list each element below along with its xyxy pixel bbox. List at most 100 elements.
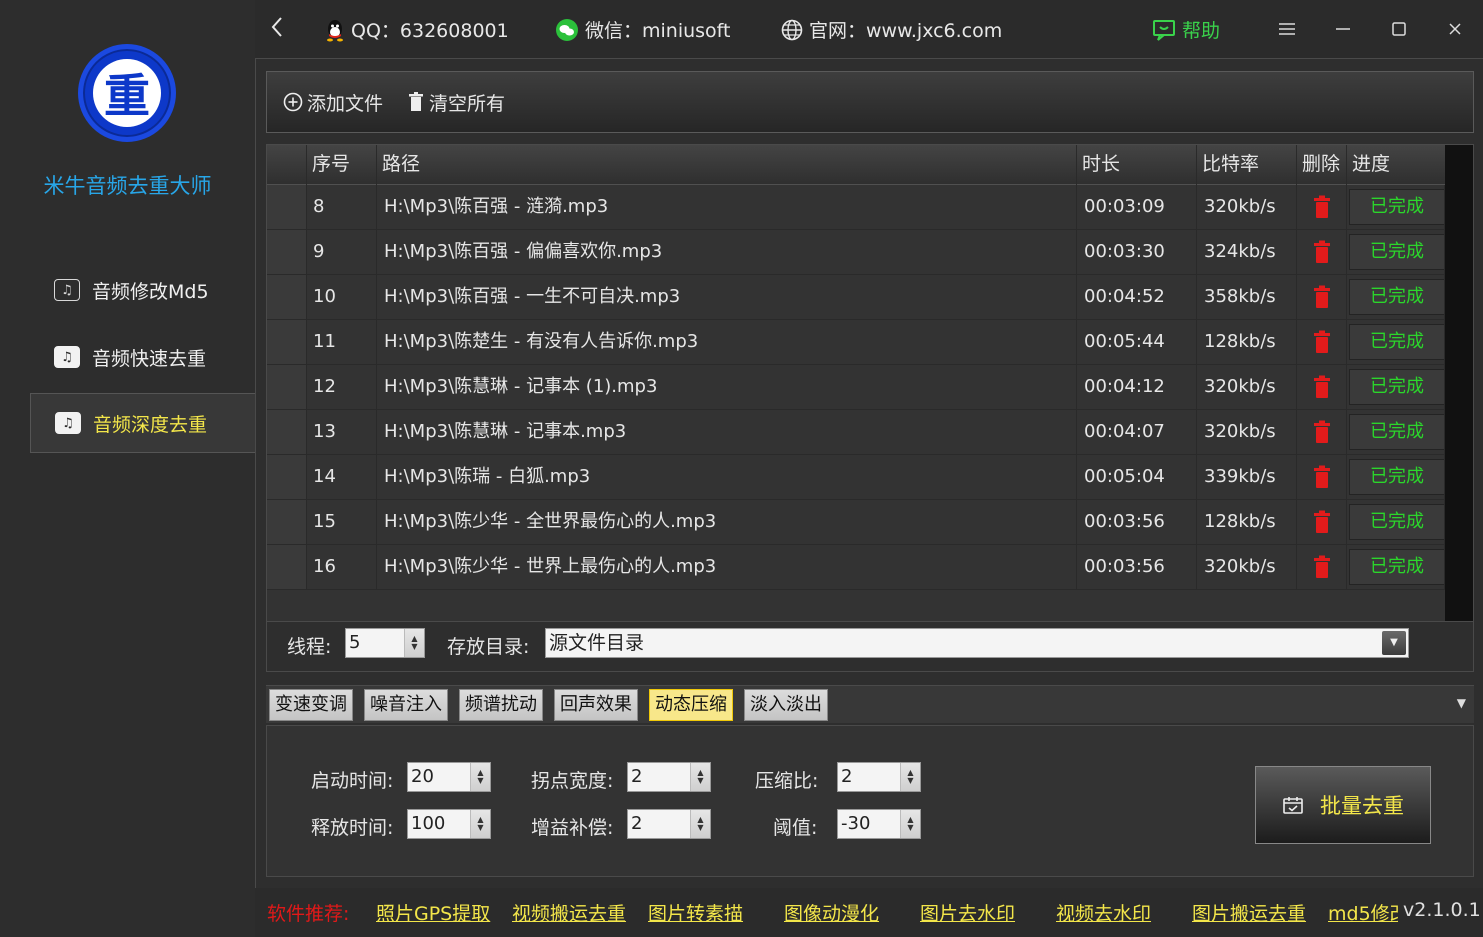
cell-duration: 00:03:30	[1077, 230, 1197, 274]
tab-speed-pitch[interactable]: 变速变调	[269, 689, 353, 721]
table-row[interactable]: 9 H:\Mp3\陈百强 - 偏偏喜欢你.mp3 00:03:30 324kb/s 已完…	[267, 230, 1445, 275]
ratio-label: 压缩比:	[755, 770, 819, 792]
tab-fade[interactable]: 淡入淡出	[744, 689, 828, 721]
cell-progress: 已完成	[1347, 455, 1445, 499]
stepper-arrows-icon[interactable]: ▲ ▼	[900, 763, 920, 791]
back-button[interactable]	[269, 14, 285, 40]
effect-tabs: 变速变调 噪音注入 频谱扰动 回声效果 动态压缩 淡入淡出 ▼	[266, 685, 1474, 723]
sidebar-item-deep-dedupe[interactable]: ♫ 音频深度去重	[30, 393, 255, 453]
knee-stepper[interactable]: 2 ▲ ▼	[627, 762, 711, 792]
threshold-stepper[interactable]: -30 ▲ ▼	[837, 809, 921, 839]
cell-progress: 已完成	[1347, 275, 1445, 319]
output-dir-select[interactable]: 源文件目录 ▼	[545, 628, 1409, 658]
maximize-button[interactable]	[1384, 14, 1414, 44]
stepper-arrows-icon[interactable]: ▲ ▼	[690, 763, 710, 791]
table-row[interactable]: 14 H:\Mp3\陈瑞 - 白狐.mp3 00:05:04 339kb/s 已完成	[267, 455, 1445, 500]
delete-row-button[interactable]	[1297, 500, 1347, 544]
stepper-arrows-icon[interactable]: ▲ ▼	[470, 763, 490, 791]
footer-link-image-watermark[interactable]: 图片去水印	[920, 899, 1015, 926]
tab-echo[interactable]: 回声效果	[554, 689, 638, 721]
row-indicator	[267, 185, 307, 229]
stepper-arrows-icon[interactable]: ▲ ▼	[900, 810, 920, 838]
tab-dynamic-compress[interactable]: 动态压缩	[649, 689, 733, 721]
close-button[interactable]	[1440, 14, 1470, 44]
minimize-button[interactable]	[1328, 14, 1358, 44]
header-seq[interactable]: 序号	[307, 145, 377, 185]
sidebar-item-md5[interactable]: ♫ 音频修改Md5	[30, 260, 255, 320]
cell-seq: 12	[307, 365, 377, 409]
sidebar-item-quick-dedupe[interactable]: ♫ 音频快速去重	[30, 327, 255, 387]
footer-link-video-dedupe[interactable]: 视频搬运去重	[512, 899, 626, 926]
gain-label: 增益补偿:	[531, 817, 614, 839]
footer-link-video-watermark[interactable]: 视频去水印	[1056, 899, 1151, 926]
delete-row-button[interactable]	[1297, 275, 1347, 319]
chevron-down-icon[interactable]: ▼	[1382, 631, 1406, 655]
attack-stepper[interactable]: 20 ▲ ▼	[407, 762, 491, 792]
stepper-arrows-icon[interactable]: ▲ ▼	[690, 810, 710, 838]
gain-stepper[interactable]: 2 ▲ ▼	[627, 809, 711, 839]
cell-path: H:\Mp3\陈少华 - 全世界最伤心的人.mp3	[377, 500, 1077, 544]
table-row[interactable]: 8 H:\Mp3\陈百强 - 涟漪.mp3 00:03:09 320kb/s 已完成	[267, 185, 1445, 230]
footer-link-sketch[interactable]: 图片转素描	[648, 899, 743, 926]
header-duration[interactable]: 时长	[1077, 145, 1197, 185]
delete-row-button[interactable]	[1297, 320, 1347, 364]
output-dir-label: 存放目录:	[447, 636, 530, 658]
file-table: 序号 路径 时长 比特率 删除 进度 8 H:\Mp3\陈百强 - 涟漪.mp3 0…	[266, 144, 1474, 622]
tab-noise-inject[interactable]: 噪音注入	[364, 689, 448, 721]
add-file-label: 添加文件	[307, 92, 384, 115]
cell-path: H:\Mp3\陈百强 - 偏偏喜欢你.mp3	[377, 230, 1077, 274]
sidebar-item-label: 音频深度去重	[93, 413, 208, 436]
sidebar-item-label: 音频修改Md5	[92, 280, 209, 303]
tab-spectrum-perturb[interactable]: 频谱扰动	[459, 689, 543, 721]
footer-title: 软件推荐:	[267, 903, 350, 925]
help-button[interactable]: 帮助	[1152, 16, 1220, 43]
release-value: 100	[411, 813, 446, 834]
file-toolbar: 添加文件 清空所有	[266, 71, 1474, 133]
logo-char: 重	[93, 59, 161, 127]
delete-row-button[interactable]	[1297, 455, 1347, 499]
delete-row-button[interactable]	[1297, 230, 1347, 274]
vertical-scrollbar[interactable]	[1445, 145, 1473, 621]
table-row[interactable]: 10 H:\Mp3\陈百强 - 一生不可自决.mp3 00:04:52 358kb/s…	[267, 275, 1445, 320]
header-progress[interactable]: 进度	[1347, 145, 1445, 185]
threads-stepper[interactable]: 5 ▲ ▼	[345, 628, 425, 658]
stepper-arrows-icon[interactable]: ▲ ▼	[470, 810, 490, 838]
add-file-button[interactable]: 添加文件	[283, 89, 383, 116]
threads-label: 线程:	[287, 636, 332, 658]
table-header: 序号 路径 时长 比特率 删除 进度	[267, 145, 1445, 185]
table-row[interactable]: 13 H:\Mp3\陈慧琳 - 记事本.mp3 00:04:07 320kb/s 已完成	[267, 410, 1445, 455]
cell-duration: 00:04:12	[1077, 365, 1197, 409]
header-path[interactable]: 路径	[377, 145, 1077, 185]
release-stepper[interactable]: 100 ▲ ▼	[407, 809, 491, 839]
menu-button[interactable]	[1272, 14, 1302, 44]
trash-icon	[1313, 240, 1330, 263]
batch-dedupe-button[interactable]: 批量去重	[1255, 766, 1431, 844]
tabs-overflow-icon[interactable]: ▼	[1457, 696, 1466, 710]
footer-link-anime[interactable]: 图像动漫化	[784, 899, 879, 926]
version-label: v2.1.0.1	[1403, 899, 1481, 921]
delete-row-button[interactable]	[1297, 545, 1347, 589]
ratio-stepper[interactable]: 2 ▲ ▼	[837, 762, 921, 792]
delete-row-button[interactable]	[1297, 185, 1347, 229]
cell-seq: 16	[307, 545, 377, 589]
delete-row-button[interactable]	[1297, 410, 1347, 454]
cell-duration: 00:03:56	[1077, 545, 1197, 589]
website-link[interactable]: 官网：www.jxc6.com	[781, 16, 1002, 43]
footer-link-md5[interactable]: md5修改	[1328, 899, 1398, 926]
clear-all-button[interactable]: 清空所有	[407, 89, 505, 116]
row-indicator	[267, 230, 307, 274]
header-bitrate[interactable]: 比特率	[1197, 145, 1297, 185]
header-delete[interactable]: 删除	[1297, 145, 1347, 185]
table-row[interactable]: 15 H:\Mp3\陈少华 - 全世界最伤心的人.mp3 00:03:56 128kb…	[267, 500, 1445, 545]
progress-status: 已完成	[1349, 414, 1444, 450]
footer-link-gps[interactable]: 照片GPS提取	[376, 899, 490, 926]
stepper-arrows-icon[interactable]: ▲ ▼	[404, 629, 424, 657]
table-row[interactable]: 16 H:\Mp3\陈少华 - 世界上最伤心的人.mp3 00:03:56 320kb…	[267, 545, 1445, 590]
table-row[interactable]: 11 H:\Mp3\陈楚生 - 有没有人告诉你.mp3 00:05:44 128kb/…	[267, 320, 1445, 365]
footer-link-image-dedupe[interactable]: 图片搬运去重	[1192, 899, 1306, 926]
cell-bitrate: 324kb/s	[1197, 230, 1297, 274]
table-row[interactable]: 12 H:\Mp3\陈慧琳 - 记事本 (1).mp3 00:04:12 320kb/…	[267, 365, 1445, 410]
batch-dedupe-label: 批量去重	[1320, 794, 1404, 818]
delete-row-button[interactable]	[1297, 365, 1347, 409]
row-indicator	[267, 545, 307, 589]
